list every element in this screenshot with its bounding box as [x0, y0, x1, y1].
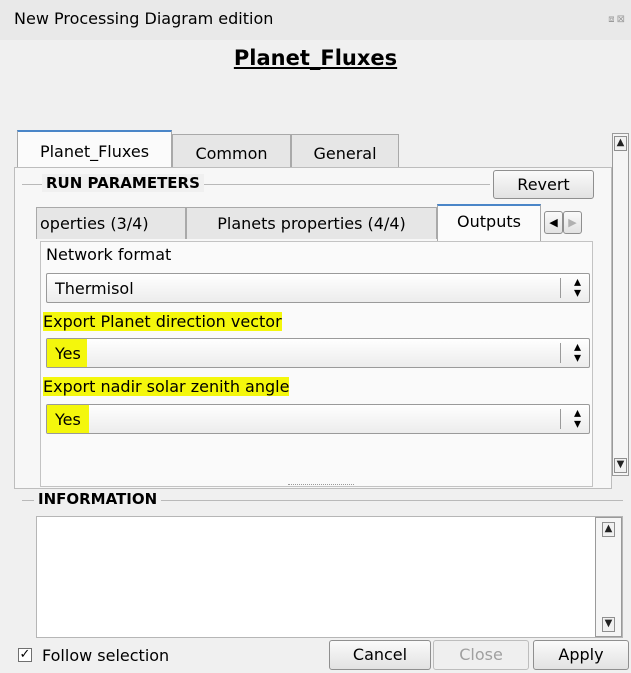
follow-selection-label: Follow selection	[42, 646, 170, 665]
export-direction-vector-select[interactable]: Yes ▴ ▾	[46, 338, 590, 368]
tab-outputs[interactable]: Outputs	[437, 204, 541, 241]
window-controls-icon[interactable]: ⧈⊠	[608, 14, 627, 25]
close-button[interactable]: Close	[433, 640, 529, 670]
tab-scroll-right-icon[interactable]: ▶	[563, 211, 582, 234]
scroll-up-icon[interactable]: ▲	[614, 136, 627, 151]
apply-label: Apply	[558, 645, 604, 664]
tab-properties-3[interactable]: operties (3/4)	[36, 207, 186, 239]
field-label: Export nadir solar zenith angle	[43, 377, 290, 396]
select-value: Yes	[47, 405, 89, 433]
tab-label: Common	[195, 144, 268, 163]
run-parameters-title: RUN PARAMETERS	[42, 174, 204, 192]
tab-label: General	[313, 144, 377, 163]
select-value: Thermisol	[55, 279, 134, 298]
select-value: Yes	[47, 339, 87, 367]
scroll-down-icon[interactable]: ▼	[614, 458, 627, 473]
updown-arrows-icon: ▴ ▾	[573, 274, 581, 301]
cancel-button[interactable]: Cancel	[329, 640, 431, 670]
tab-general[interactable]: General	[291, 134, 399, 168]
splitter-handle[interactable]	[288, 484, 354, 487]
revert-button[interactable]: Revert	[493, 170, 594, 199]
tab-label: Outputs	[457, 212, 521, 231]
tab-planets-properties-4[interactable]: Planets properties (4/4)	[186, 207, 437, 239]
window-title: New Processing Diagram edition	[14, 9, 274, 28]
information-title: INFORMATION	[34, 490, 162, 508]
revert-label: Revert	[517, 175, 570, 194]
scroll-up-icon[interactable]: ▲	[602, 522, 615, 537]
export-solar-zenith-select[interactable]: Yes ▴ ▾	[46, 404, 590, 434]
field-label: Network format	[46, 245, 172, 264]
updown-arrows-icon: ▴ ▾	[573, 405, 581, 432]
tab-planet-fluxes[interactable]: Planet_Fluxes	[17, 130, 172, 168]
close-label: Close	[459, 645, 503, 664]
window-title-bar: New Processing Diagram edition ⧈⊠	[0, 0, 631, 40]
tab-label: Planet_Fluxes	[39, 142, 150, 161]
tab-label: Planets properties (4/4)	[217, 214, 406, 233]
diagram-heading: Planet_Fluxes	[233, 46, 398, 70]
tab-common[interactable]: Common	[172, 134, 291, 168]
panel-scrollbar[interactable]: ▲ ▼	[612, 133, 629, 476]
tab-scroll-left-icon[interactable]: ◀	[544, 211, 563, 234]
info-scrollbar[interactable]: ▲ ▼	[595, 517, 622, 637]
information-textarea[interactable]	[36, 516, 623, 638]
cancel-label: Cancel	[352, 645, 408, 664]
network-format-select[interactable]: Thermisol ▴ ▾	[46, 273, 590, 303]
updown-arrows-icon: ▴ ▾	[573, 339, 581, 366]
scroll-down-icon[interactable]: ▼	[602, 617, 615, 632]
field-label: Export Planet direction vector	[43, 312, 282, 331]
tab-label: operties (3/4)	[40, 214, 149, 233]
apply-button[interactable]: Apply	[533, 640, 629, 670]
follow-selection-checkbox[interactable]: ✓	[18, 648, 32, 662]
